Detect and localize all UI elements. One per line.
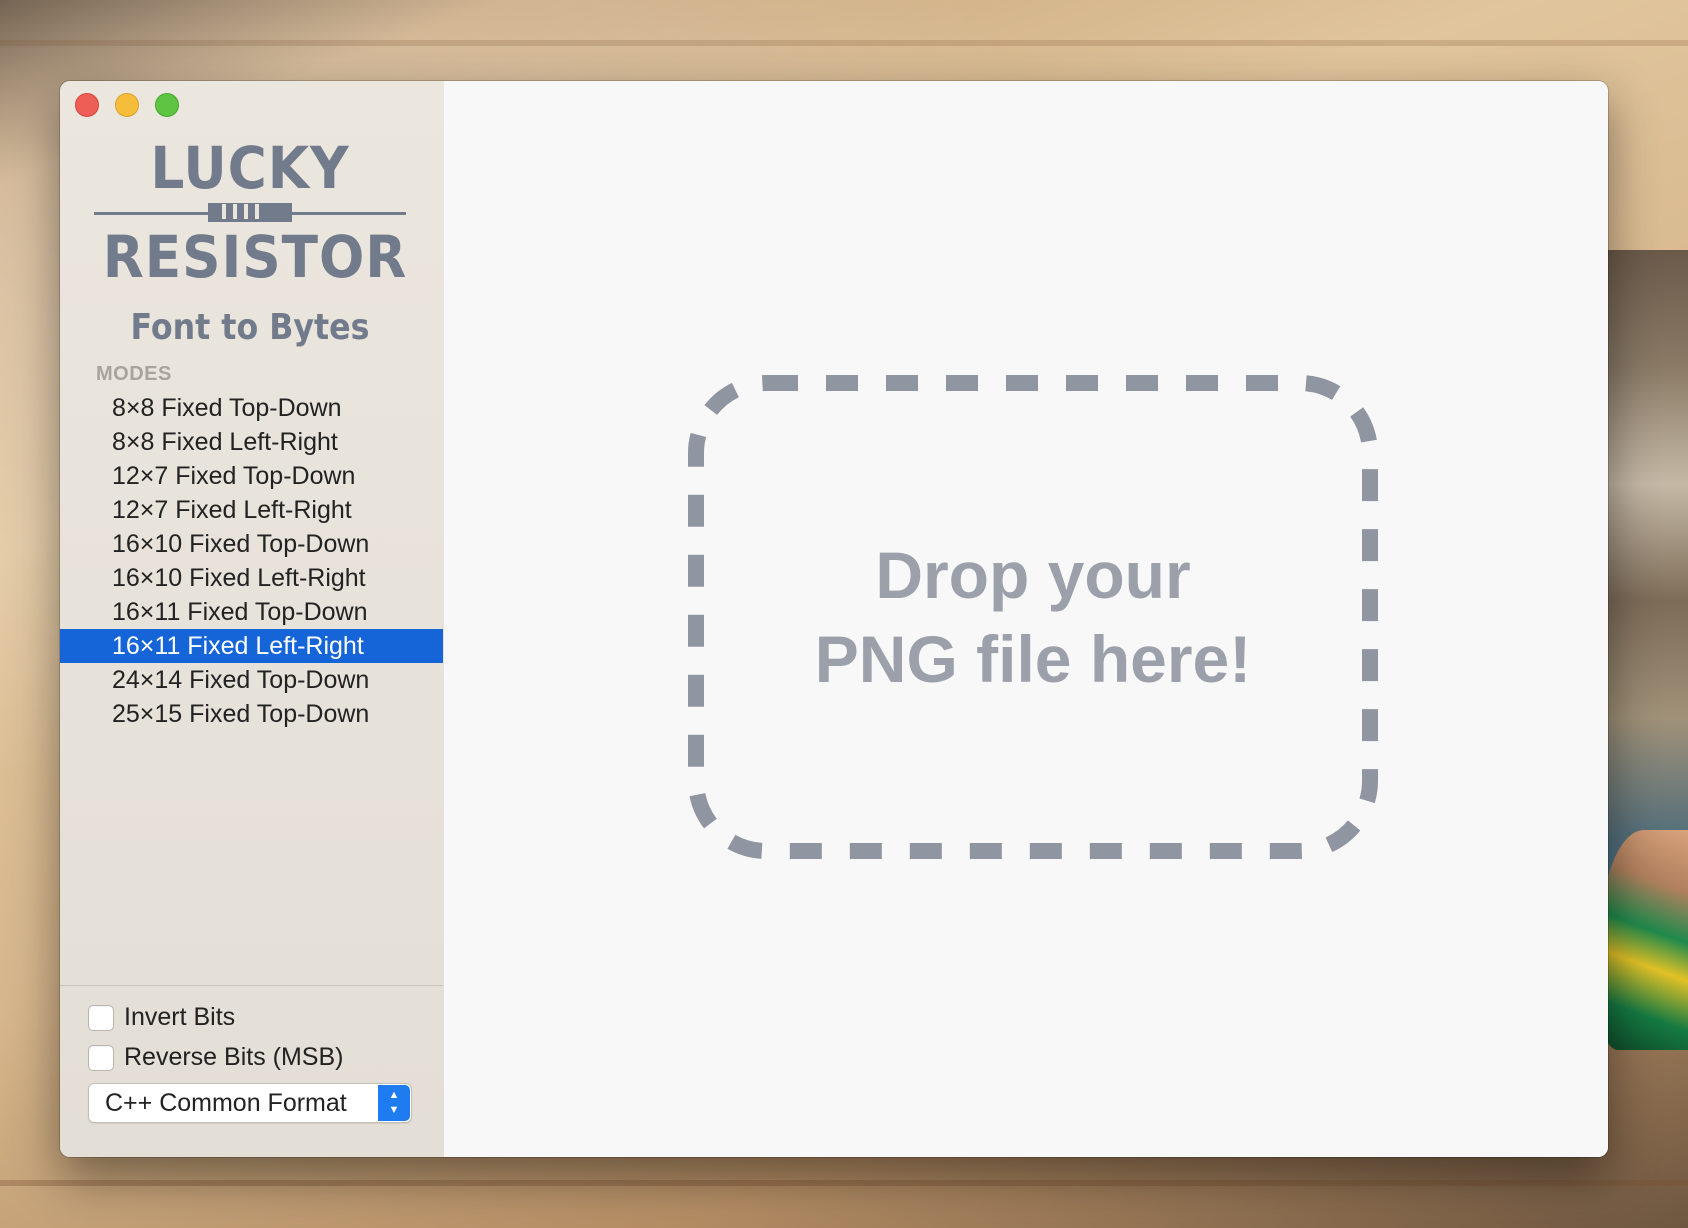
mode-item[interactable]: 16×10 Fixed Top-Down: [60, 527, 443, 561]
mode-item[interactable]: 25×15 Fixed Top-Down: [60, 697, 443, 731]
logo-line-2: RESISTOR: [102, 223, 408, 291]
reverse-bits-checkbox[interactable]: [88, 1044, 114, 1071]
mode-item[interactable]: 8×8 Fixed Top-Down: [60, 391, 443, 425]
zoom-icon[interactable]: [155, 93, 179, 117]
mode-item[interactable]: 16×11 Fixed Top-Down: [60, 595, 443, 629]
mode-item[interactable]: 16×11 Fixed Left-Right: [60, 629, 443, 663]
reverse-bits-option[interactable]: Reverse Bits (MSB): [88, 1043, 343, 1072]
sidebar: LUCKY RESISTOR Font to Bytes MODES 8×8 F…: [60, 81, 445, 1157]
minimize-icon[interactable]: [115, 93, 139, 117]
invert-bits-option[interactable]: Invert Bits: [88, 1003, 235, 1032]
mode-item[interactable]: 24×14 Fixed Top-Down: [60, 663, 443, 697]
app-window: LUCKY RESISTOR Font to Bytes MODES 8×8 F…: [60, 81, 1608, 1157]
invert-bits-label: Invert Bits: [124, 1003, 236, 1031]
sidebar-divider: [60, 985, 443, 986]
mode-item[interactable]: 8×8 Fixed Left-Right: [60, 425, 443, 459]
logo-line-1: LUCKY: [150, 134, 350, 202]
close-icon[interactable]: [75, 93, 99, 117]
modes-heading: MODES: [96, 363, 172, 385]
drop-instructions: Drop your PNG file here!: [688, 375, 1378, 859]
mode-item[interactable]: 12×7 Fixed Top-Down: [60, 459, 443, 493]
chevron-up-down-icon[interactable]: ▲ ▼: [378, 1085, 410, 1121]
output-format-value: C++ Common Format: [105, 1089, 347, 1117]
app-logo: LUCKY RESISTOR Font to Bytes: [90, 136, 410, 352]
mode-item[interactable]: 16×10 Fixed Left-Right: [60, 561, 443, 595]
mode-item[interactable]: 12×7 Fixed Left-Right: [60, 493, 443, 527]
background-track-line: [0, 40, 1688, 46]
modes-list: 8×8 Fixed Top-Down 8×8 Fixed Left-Right 12…: [60, 391, 443, 731]
drop-instructions-line-1: Drop your: [875, 538, 1191, 612]
drop-area[interactable]: Drop your PNG file here!: [444, 81, 1608, 1157]
reverse-bits-label: Reverse Bits (MSB): [124, 1043, 344, 1071]
app-subtitle: Font to Bytes: [130, 307, 370, 348]
background-rider: [1600, 830, 1688, 1050]
background-track-line: [0, 1180, 1688, 1186]
invert-bits-checkbox[interactable]: [88, 1004, 114, 1031]
output-format-select[interactable]: C++ Common Format ▲ ▼: [88, 1083, 412, 1123]
window-controls: [75, 93, 179, 117]
drop-instructions-line-2: PNG file here!: [814, 622, 1252, 696]
drop-zone[interactable]: Drop your PNG file here!: [688, 375, 1378, 859]
